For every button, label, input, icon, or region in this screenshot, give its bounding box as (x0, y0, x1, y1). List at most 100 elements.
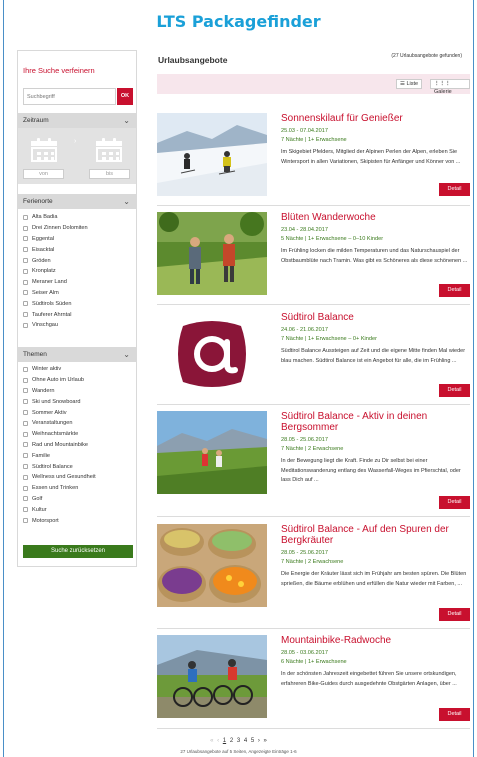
checkbox[interactable] (23, 485, 28, 491)
reset-search-button[interactable]: Suche zurücksetzen (23, 545, 133, 558)
prev-page-link[interactable]: ‹ (217, 738, 219, 744)
region-option[interactable]: Kronplatz (23, 266, 88, 277)
chevron-down-icon: ⌄ (123, 350, 130, 359)
offer-image-mountainbike[interactable] (157, 635, 267, 718)
theme-option[interactable]: Motorsport (23, 515, 96, 526)
theme-option[interactable]: Veranstaltungen (23, 418, 96, 429)
page-link[interactable]: 3 (237, 738, 240, 744)
region-option[interactable]: Meraner Land (23, 277, 88, 288)
checkbox[interactable] (23, 399, 28, 405)
checkbox[interactable] (23, 279, 28, 285)
filter-sidebar: Ihre Suche verfeinern OK Zeitraum ⌄ › vo… (17, 50, 137, 567)
offer-title[interactable]: Mountainbike-Radwoche (281, 635, 471, 646)
checkbox[interactable] (23, 464, 28, 470)
region-option[interactable]: Alta Badia (23, 212, 88, 223)
checkbox[interactable] (23, 474, 28, 480)
detail-button[interactable]: Detail (439, 496, 470, 509)
offer-image-skiing[interactable] (157, 113, 267, 196)
region-option[interactable]: Gröden (23, 255, 88, 266)
checkbox[interactable] (23, 377, 28, 383)
checkbox[interactable] (23, 236, 28, 242)
page-link[interactable]: 2 (230, 738, 233, 744)
checkbox[interactable] (23, 258, 28, 264)
region-option[interactable]: Vinschgau (23, 320, 88, 331)
checkbox[interactable] (23, 453, 28, 459)
checkbox[interactable] (23, 431, 28, 437)
offer-title[interactable]: Südtirol Balance - Aktiv in deinen Bergs… (281, 411, 471, 433)
view-gallery-button[interactable]: ⋮⋮⋮ Galerie (430, 79, 470, 95)
search-form: OK (23, 88, 133, 105)
offer-item: Südtirol Balance - Aktiv in deinen Bergs… (157, 411, 470, 511)
theme-option[interactable]: Südtirol Balance (23, 461, 96, 472)
detail-button[interactable]: Detail (439, 183, 470, 196)
detail-button[interactable]: Detail (439, 384, 470, 397)
offer-title[interactable]: Südtirol Balance - Auf den Spuren der Be… (281, 524, 471, 546)
checkbox[interactable] (23, 410, 28, 416)
first-page-link[interactable]: « (210, 738, 213, 744)
checkbox[interactable] (23, 312, 28, 318)
checkbox[interactable] (23, 247, 28, 253)
theme-option[interactable]: Ski und Snowboard (23, 396, 96, 407)
checkbox[interactable] (23, 322, 28, 328)
detail-button[interactable]: Detail (439, 284, 470, 297)
region-option-label: Kronplatz (32, 268, 56, 275)
region-option[interactable]: Drei Zinnen Dolomiten (23, 223, 88, 234)
search-input[interactable] (23, 88, 116, 105)
checkbox[interactable] (23, 225, 28, 231)
theme-option[interactable]: Essen und Trinken (23, 483, 96, 494)
offer-title[interactable]: Südtirol Balance (281, 312, 471, 323)
theme-option[interactable]: Familie (23, 450, 96, 461)
theme-option[interactable]: Kultur (23, 504, 96, 515)
checkbox[interactable] (23, 496, 28, 502)
region-option[interactable]: Seiser Alm (23, 288, 88, 299)
checkbox[interactable] (23, 214, 28, 220)
region-option[interactable]: Eggental (23, 234, 88, 245)
detail-button[interactable]: Detail (439, 708, 470, 721)
theme-option[interactable]: Sommer Aktiv (23, 407, 96, 418)
region-option[interactable]: Eisacktal (23, 244, 88, 255)
offer-title[interactable]: Blüten Wanderwoche (281, 212, 471, 223)
page-link[interactable]: 4 (244, 738, 247, 744)
view-list-button[interactable]: ☰ Liste (396, 79, 423, 89)
checkbox[interactable] (23, 442, 28, 448)
theme-option[interactable]: Golf (23, 494, 96, 505)
date-from-field[interactable]: von (23, 169, 64, 179)
section-themes[interactable]: Themen ⌄ (18, 347, 136, 362)
search-button[interactable]: OK (117, 88, 133, 105)
last-page-link[interactable]: » (264, 738, 267, 744)
checkbox[interactable] (23, 301, 28, 307)
checkbox[interactable] (23, 518, 28, 524)
calendar-to-icon[interactable] (96, 138, 122, 162)
date-to-field[interactable]: bis (89, 169, 130, 179)
theme-option-label: Rad und Mountainbike (32, 441, 88, 448)
theme-option[interactable]: Wandern (23, 386, 96, 397)
region-option[interactable]: Tauferer Ahrntal (23, 309, 88, 320)
checkbox[interactable] (23, 507, 28, 513)
offer-image-mountains[interactable] (157, 411, 267, 494)
theme-option[interactable]: Winter aktiv (23, 364, 96, 375)
detail-button[interactable]: Detail (439, 608, 470, 621)
theme-option[interactable]: Weihnachtsmärkte (23, 429, 96, 440)
checkbox[interactable] (23, 290, 28, 296)
section-period[interactable]: Zeitraum ⌄ (18, 113, 136, 128)
offer-image-hiking[interactable] (157, 212, 267, 295)
checkbox[interactable] (23, 388, 28, 394)
offer-title[interactable]: Sonnenskilauf für Genießer (281, 113, 471, 124)
page-link[interactable]: 5 (251, 738, 254, 744)
view-toggle-bar: ☰ Liste ⋮⋮⋮ Galerie (157, 74, 470, 95)
checkbox[interactable] (23, 268, 28, 274)
theme-option[interactable]: Ohne Auto im Urlaub (23, 375, 96, 386)
next-page-link[interactable]: › (258, 738, 260, 744)
theme-option[interactable]: Rad und Mountainbike (23, 440, 96, 451)
checkbox[interactable] (23, 420, 28, 426)
region-option[interactable]: Südtirols Süden (23, 298, 88, 309)
section-regions[interactable]: Ferienorte ⌄ (18, 194, 136, 209)
checkbox[interactable] (23, 366, 28, 372)
calendar-from-icon[interactable] (31, 138, 57, 162)
offer-image-herbs[interactable] (157, 524, 267, 607)
offer-description: Die Energie der Kräuter lässt sich im Fr… (281, 571, 467, 587)
theme-option[interactable]: Wellness und Gesundheit (23, 472, 96, 483)
theme-option-label: Familie (32, 452, 51, 459)
offer-image-balance-logo[interactable] (157, 312, 267, 395)
page-link[interactable]: 1 (223, 738, 226, 744)
